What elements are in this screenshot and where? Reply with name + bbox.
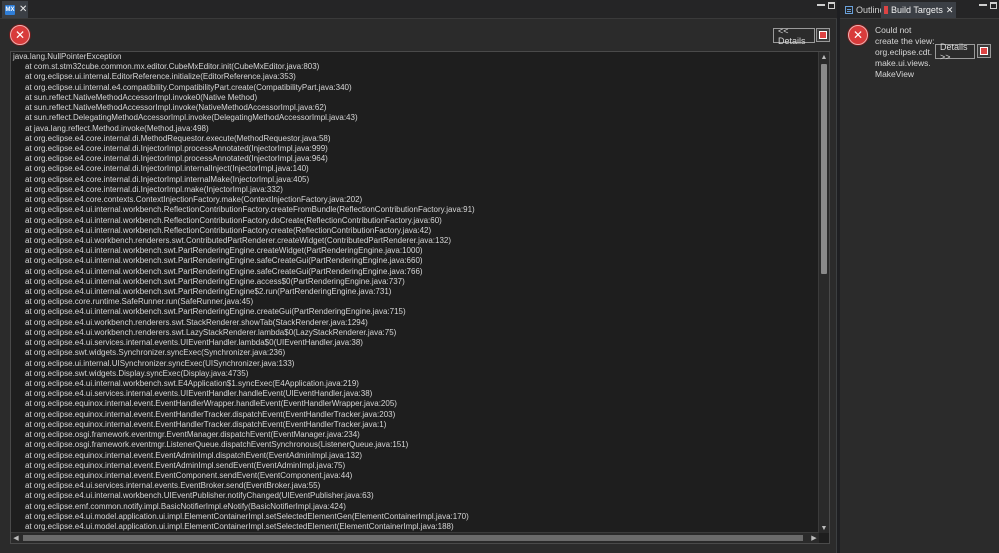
stack-frame-line: at org.eclipse.e4.ui.internal.workbench.… [25, 276, 405, 286]
stack-frame-line: at org.eclipse.e4.ui.internal.workbench.… [25, 491, 374, 501]
stack-frame-line: at org.eclipse.ui.internal.UISynchronize… [25, 358, 295, 368]
stack-trace-text: java.lang.NullPointerException at com.st.… [13, 52, 818, 532]
editor-tab-cubemx[interactable]: MX ✕ [2, 1, 28, 18]
stack-frame-line: at org.eclipse.e4.ui.services.internal.e… [25, 389, 373, 399]
details-button[interactable]: << Details [773, 26, 815, 46]
error-message-line: org.eclipse.cdt. [875, 47, 933, 57]
stack-trace-box[interactable]: java.lang.NullPointerException at com.st.… [10, 51, 830, 544]
stack-frame-line: at org.eclipse.e4.ui.internal.workbench.… [25, 287, 392, 297]
view-tab-bar: Outline Build Targets ✕ [840, 0, 999, 19]
maximize-icon[interactable] [828, 2, 835, 9]
editor-tab-bar: MX ✕ [0, 0, 837, 19]
stack-frame-line: at org.eclipse.e4.ui.workbench.renderers… [25, 327, 397, 337]
stack-frame-line: at org.eclipse.e4.core.internal.di.Injec… [25, 164, 309, 174]
cubemx-icon: MX [5, 4, 15, 15]
copy-icon[interactable] [816, 28, 830, 42]
scroll-down-icon[interactable]: ▼ [819, 523, 829, 533]
scroll-left-icon[interactable]: ◀ [11, 533, 21, 543]
tab-build-targets-label: Build Targets [891, 5, 943, 15]
stack-frame-line: at org.eclipse.equinox.internal.event.Ev… [25, 470, 353, 480]
maximize-icon[interactable] [990, 2, 997, 9]
horizontal-scrollbar[interactable]: ◀ ▶ [11, 532, 819, 543]
stack-frame-line: at org.eclipse.core.runtime.SafeRunner.r… [25, 297, 254, 307]
stack-frame-line: at sun.reflect.NativeMethodAccessorImpl.… [25, 92, 258, 102]
stack-frame-line: at org.eclipse.equinox.internal.event.Ev… [25, 399, 397, 409]
view-pane: Outline Build Targets ✕ ✕ Could not creat… [840, 0, 999, 553]
error-message-line: create the view: [875, 36, 935, 46]
stack-frame-line: at org.eclipse.e4.core.internal.di.Injec… [25, 174, 310, 184]
stack-frame-line: at org.eclipse.e4.ui.internal.workbench.… [25, 205, 475, 215]
stack-frame-line: at org.eclipse.e4.ui.services.internal.e… [25, 338, 363, 348]
minimize-icon[interactable] [979, 4, 987, 6]
stack-frame-line: at org.eclipse.equinox.internal.event.Ev… [25, 460, 346, 470]
outline-icon [845, 6, 853, 14]
stack-frame-line: at sun.reflect.NativeMethodAccessorImpl.… [25, 103, 327, 113]
copy-icon[interactable] [977, 44, 991, 58]
stack-frame-line: at org.eclipse.swt.widgets.Synchronizer.… [25, 348, 286, 358]
stack-frame-line: at java.lang.reflect.Method.invoke(Metho… [25, 123, 209, 133]
stack-frame-line: at org.eclipse.e4.ui.internal.workbench.… [25, 379, 359, 388]
stack-frame-line: at org.eclipse.e4.ui.internal.workbench.… [25, 256, 423, 266]
stack-frame-line: at org.eclipse.e4.core.internal.di.Metho… [25, 133, 331, 143]
stack-frame-line: at org.eclipse.equinox.internal.event.Ev… [25, 450, 363, 460]
stack-frame-line: at org.eclipse.e4.ui.services.internal.e… [25, 481, 321, 491]
stack-frame-line: at org.eclipse.ui.internal.EditorReferen… [25, 72, 296, 82]
stack-frame-line: at org.eclipse.e4.core.contexts.ContextI… [25, 195, 363, 205]
tab-build-targets[interactable]: Build Targets ✕ [881, 2, 957, 18]
error-message-line: MakeView [875, 69, 915, 79]
error-message-line: make.ui.views. [875, 58, 931, 68]
editor-pane: MX ✕ ✕ << Details java.lang.NullPointerE… [0, 0, 837, 553]
stack-frame-line: at org.eclipse.ui.internal.e4.compatibil… [25, 82, 352, 92]
error-message-line: Could not [875, 25, 912, 35]
minimize-icon[interactable] [817, 4, 825, 6]
stack-frame-line: at org.eclipse.e4.ui.internal.workbench.… [25, 225, 432, 235]
stack-frame-line: at org.eclipse.e4.ui.internal.workbench.… [25, 307, 406, 317]
stack-frame-line: at org.eclipse.e4.ui.internal.workbench.… [25, 246, 423, 256]
close-icon[interactable]: ✕ [19, 4, 27, 15]
stack-frame-line: at org.eclipse.swt.widgets.Display.syncE… [25, 368, 249, 378]
stack-frame-line: at org.eclipse.equinox.internal.event.Ev… [25, 409, 396, 419]
stack-frame-line: at sun.reflect.DelegatingMethodAccessorI… [25, 113, 358, 123]
vertical-scrollbar[interactable]: ▲ ▼ [818, 52, 829, 533]
stack-frame-line: at org.eclipse.e4.ui.model.application.u… [25, 511, 469, 521]
stack-frame-line: at org.eclipse.emf.common.notify.impl.Ba… [25, 501, 346, 511]
stack-frame-line: at org.eclipse.e4.ui.internal.workbench.… [25, 266, 423, 276]
build-targets-icon [884, 6, 888, 14]
horizontal-scroll-thumb[interactable] [23, 535, 803, 541]
stack-frame-line: at org.eclipse.e4.core.internal.di.Injec… [25, 184, 283, 194]
close-icon[interactable]: ✕ [946, 5, 954, 16]
error-icon: ✕ [10, 25, 30, 45]
vertical-scroll-thumb[interactable] [821, 64, 827, 274]
scroll-right-icon[interactable]: ▶ [809, 533, 819, 543]
stack-frame-line: at com.st.stm32cube.common.mx.editor.Cub… [25, 62, 320, 72]
stack-frame-line: at org.eclipse.e4.core.internal.di.Injec… [25, 143, 328, 153]
stack-frame-line: at org.eclipse.e4.core.internal.di.Injec… [25, 154, 328, 164]
scroll-up-icon[interactable]: ▲ [819, 52, 829, 62]
stack-frame-line: at org.eclipse.e4.ui.workbench.renderers… [25, 317, 368, 327]
stack-frame-line: at org.eclipse.equinox.internal.event.Ev… [25, 419, 387, 429]
stack-frame-line: at org.eclipse.osgi.framework.eventmgr.L… [25, 440, 409, 450]
error-message: Could not create the view: org.eclipse.cdt… [875, 25, 935, 80]
stack-frame-line: at org.eclipse.e4.ui.workbench.renderers… [25, 235, 452, 245]
stack-frame-line: at org.eclipse.osgi.framework.eventmgr.E… [25, 430, 360, 440]
error-icon: ✕ [848, 25, 868, 45]
stack-frame-line: at org.eclipse.e4.ui.model.application.u… [25, 522, 454, 532]
exception-line: java.lang.NullPointerException [13, 52, 122, 61]
details-button[interactable]: Details >> [935, 42, 975, 62]
stack-frame-line: at org.eclipse.e4.ui.internal.workbench.… [25, 215, 442, 225]
